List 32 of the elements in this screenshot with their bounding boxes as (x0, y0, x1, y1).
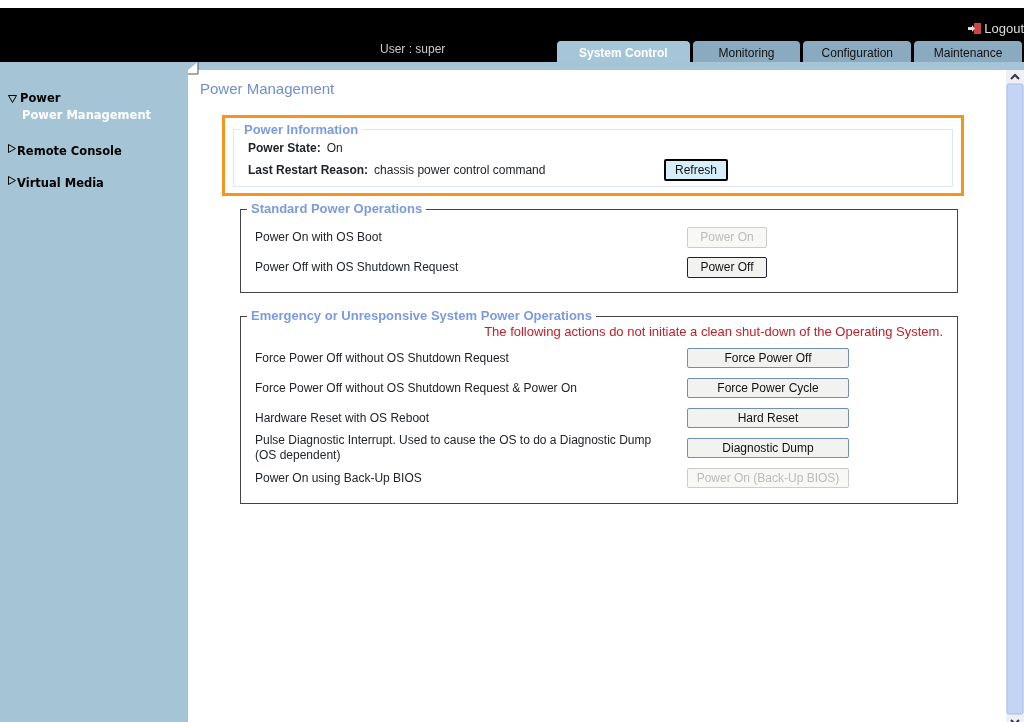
power-button[interactable]: Force Power Off (687, 348, 849, 369)
group-title: Standard Power Operations (250, 202, 424, 217)
operation-label: Force Power Off without OS Shutdown Request & Power On (255, 380, 578, 396)
field-value: On (326, 139, 343, 157)
tab[interactable]: Maintenance (913, 40, 1023, 62)
operation-label: Pulse Diagnostic Interrupt. Used to cause the OS to do a Diagnostic Dump (OS dependent) (255, 433, 653, 464)
field-label: Power State: (248, 139, 321, 157)
logout-link[interactable]: Logout (968, 18, 1024, 38)
group-title: Emergency or Unresponsive System Power Operations (250, 309, 593, 324)
operation-label: Force Power Off without OS Shutdown Request (255, 350, 510, 366)
power-button[interactable]: Hard Reset (687, 408, 849, 429)
power-button[interactable]: Power Off (687, 257, 767, 278)
power-button[interactable]: Diagnostic Dump (687, 438, 849, 459)
power-button[interactable]: Force Power Cycle (687, 378, 849, 399)
operation-label: Power On using Back-Up BIOS (255, 470, 423, 486)
exit-icon (968, 21, 983, 35)
warning-text: The following actions do not initiate a clean shut-down of the Operating System. (483, 323, 943, 341)
refresh-button[interactable]: Refresh (664, 158, 728, 182)
operation-label: Power On with OS Boot (255, 230, 383, 245)
operation-label: Power Off with OS Shutdown Request (255, 260, 460, 275)
tab[interactable]: Monitoring (691, 40, 802, 62)
user-label: User : super (380, 41, 447, 58)
sidebar-item[interactable]: Remote Console (8, 142, 188, 160)
group-title: Power Information (243, 122, 360, 137)
page-title: Power Management (200, 79, 336, 99)
field-value: chassis power control command (374, 162, 546, 179)
operation-label: Hardware Reset with OS Reboot (255, 410, 431, 426)
field-label: Last Restart Reason: (248, 162, 369, 179)
scrollbar[interactable] (1006, 70, 1024, 722)
sidebar-item[interactable]: Virtual Media (8, 174, 188, 192)
tab[interactable]: Configuration (802, 40, 913, 62)
sidebar-item[interactable]: Power (8, 90, 188, 108)
